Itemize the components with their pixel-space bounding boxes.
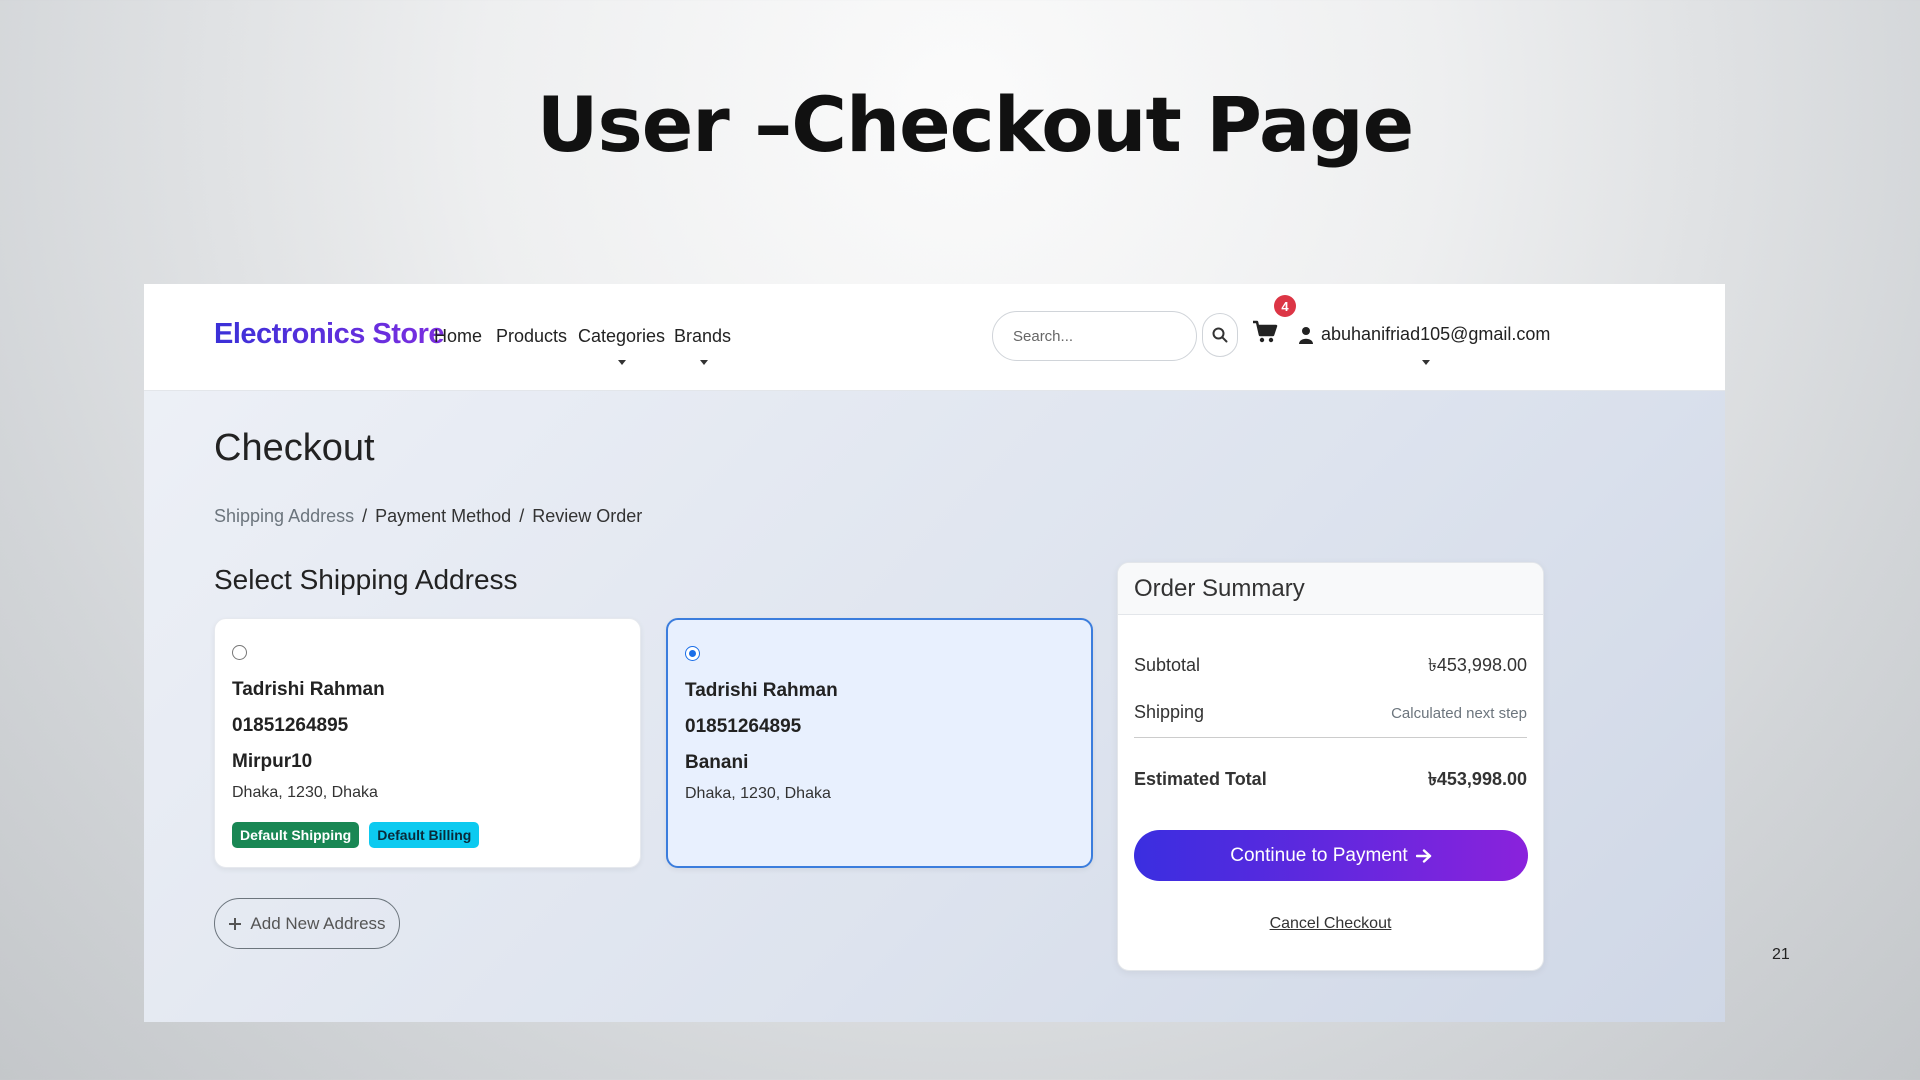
shipping-row: Shipping Calculated next step — [1134, 702, 1527, 723]
breadcrumb-shipping-address[interactable]: Shipping Address — [214, 506, 354, 527]
section-title: Select Shipping Address — [214, 564, 518, 595]
subtotal-row: Subtotal ৳453,998.00 — [1134, 651, 1527, 682]
address-city-line: Dhaka, 1230, Dhaka — [232, 784, 378, 801]
navbar: Electronics Store Home Products Categori… — [144, 284, 1725, 391]
total-value: ৳453,998.00 — [1427, 769, 1527, 789]
nav-link-products[interactable]: Products — [496, 326, 567, 347]
summary-divider — [1134, 737, 1527, 738]
shipping-label: Shipping — [1134, 702, 1205, 722]
breadcrumb: Shipping Address / Payment Method / Revi… — [214, 506, 642, 527]
total-label: Estimated Total — [1134, 769, 1267, 789]
cancel-checkout-link[interactable]: Cancel Checkout — [1118, 915, 1543, 933]
user-menu[interactable]: abuhanifriad105@gmail.com — [1299, 324, 1550, 345]
order-summary-card: Order Summary Subtotal ৳453,998.00 Shipp… — [1117, 562, 1544, 971]
slide-number: 21 — [1772, 946, 1790, 963]
page-title: Checkout — [214, 427, 375, 469]
total-row: Estimated Total ৳453,998.00 — [1134, 765, 1527, 796]
search-button[interactable] — [1202, 313, 1238, 357]
nav-link-brands[interactable]: Brands — [674, 326, 731, 347]
address-card-banani[interactable]: Tadrishi Rahman 01851264895 Banani Dhaka… — [666, 618, 1093, 868]
default-shipping-badge: Default Shipping — [232, 822, 360, 848]
caret-down-icon — [618, 360, 626, 365]
cart-icon — [1253, 320, 1278, 343]
breadcrumb-separator: / — [362, 506, 368, 526]
address-area: Banani — [685, 752, 749, 773]
user-icon — [1299, 326, 1313, 344]
user-email: abuhanifriad105@gmail.com — [1321, 324, 1551, 344]
caret-down-icon — [1422, 360, 1430, 365]
brand-logo[interactable]: Electronics Store — [214, 318, 445, 351]
search-icon — [1212, 327, 1228, 343]
checkout-screenshot: Electronics Store Home Products Categori… — [144, 284, 1725, 1022]
address-city-line: Dhaka, 1230, Dhaka — [685, 785, 831, 802]
search-input[interactable] — [992, 311, 1197, 361]
address-radio[interactable] — [232, 645, 247, 660]
address-phone: 01851264895 — [232, 715, 349, 736]
shipping-value: Calculated next step — [1391, 705, 1527, 722]
address-name: Tadrishi Rahman — [232, 679, 385, 700]
breadcrumb-review-order[interactable]: Review Order — [532, 506, 642, 527]
address-name: Tadrishi Rahman — [685, 680, 838, 701]
subtotal-value: ৳453,998.00 — [1427, 655, 1527, 675]
address-phone: 01851264895 — [685, 716, 802, 737]
order-summary-title: Order Summary — [1118, 563, 1543, 615]
arrow-right-icon — [1415, 848, 1431, 863]
default-billing-badge: Default Billing — [369, 822, 480, 848]
caret-down-icon — [700, 360, 708, 365]
continue-to-payment-button[interactable]: Continue to Payment — [1134, 830, 1528, 881]
nav-link-categories[interactable]: Categories — [578, 326, 665, 347]
nav-link-home[interactable]: Home — [434, 326, 482, 347]
add-new-address-label: Add New Address — [250, 913, 386, 933]
continue-to-payment-label: Continue to Payment — [1230, 844, 1408, 866]
cart-count-badge: 4 — [1274, 295, 1296, 317]
breadcrumb-separator: / — [519, 506, 525, 526]
add-new-address-button[interactable]: Add New Address — [214, 898, 400, 949]
address-area: Mirpur10 — [232, 751, 313, 772]
plus-icon — [229, 917, 242, 930]
address-card-mirpur[interactable]: Tadrishi Rahman 01851264895 Mirpur10 Dha… — [214, 618, 641, 868]
subtotal-label: Subtotal — [1134, 655, 1201, 675]
slide-title: User –Checkout Page — [536, 80, 1414, 169]
cart-button[interactable] — [1252, 320, 1282, 350]
address-radio-selected[interactable] — [685, 646, 700, 661]
breadcrumb-payment-method[interactable]: Payment Method — [375, 506, 511, 527]
